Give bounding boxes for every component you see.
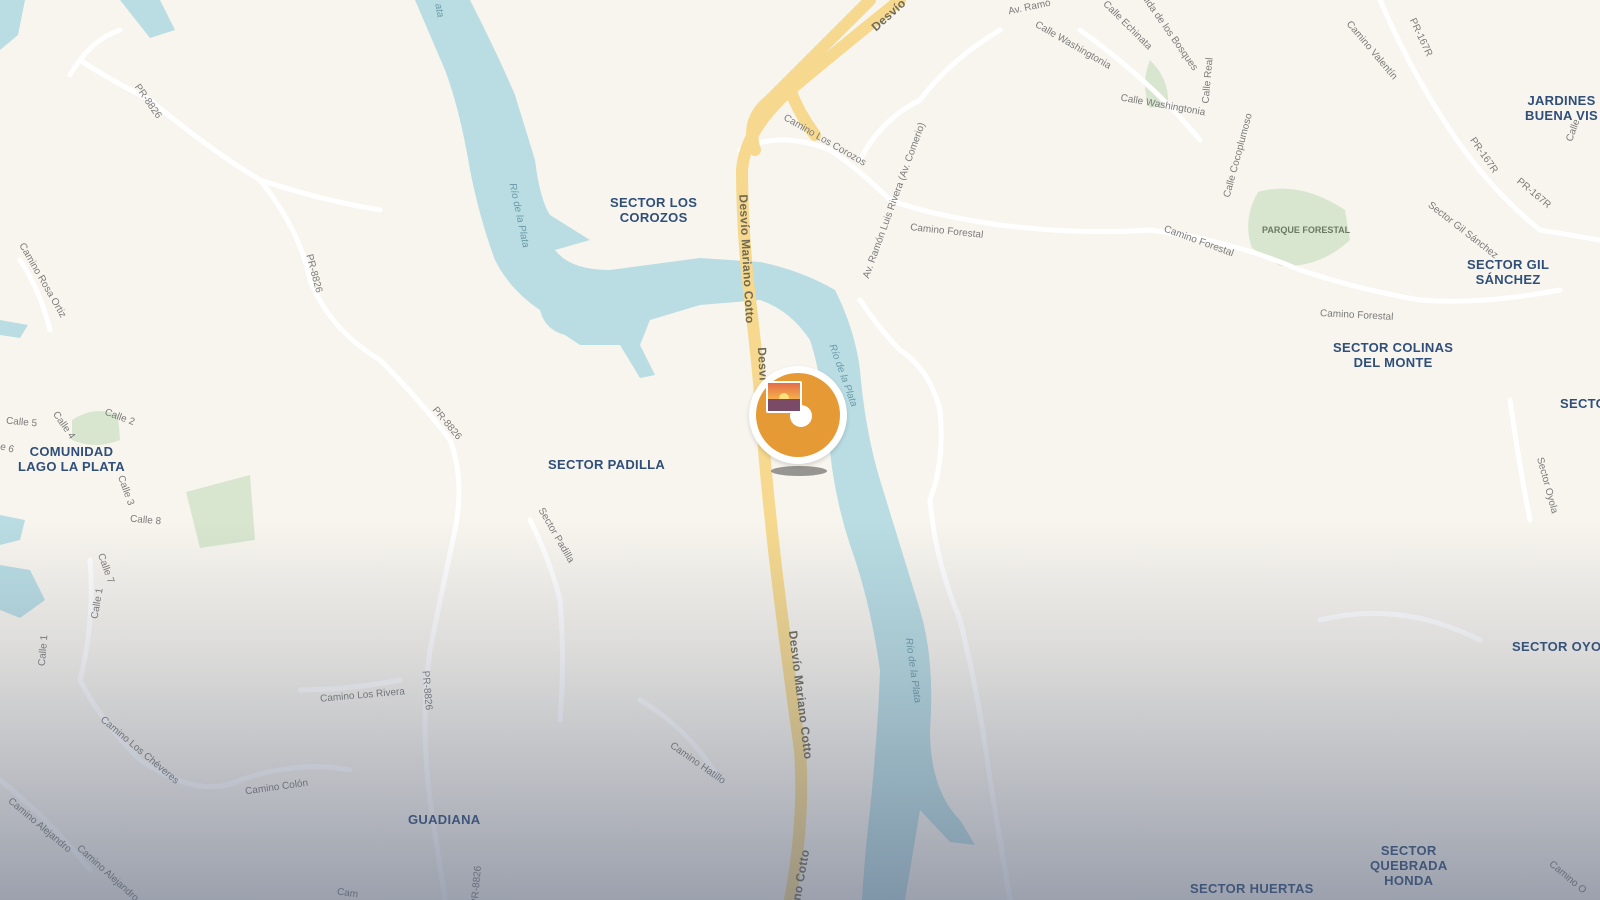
river-label: ata xyxy=(432,2,446,19)
road-label: Cam xyxy=(336,886,359,900)
sector-los-corozos-label: SECTOR LOS COROZOS xyxy=(610,195,698,225)
sector-oyola-label: SECTOR OYOL xyxy=(1512,639,1600,654)
guadiana-label: GUADIANA xyxy=(408,812,481,827)
sector-colinas-del-monte-label: SECTOR COLINAS DEL MONTE xyxy=(1333,340,1454,370)
sunset-photo-icon xyxy=(766,381,802,413)
sector-edge-label: SECTO xyxy=(1560,396,1600,411)
sector-padilla-label: SECTOR PADILLA xyxy=(548,457,666,472)
jardines-buena-vista-label: JARDINES BUENA VIS xyxy=(1525,93,1599,123)
map-canvas[interactable]: SECTOR LOS COROZOS SECTOR PADILLA COMUNID… xyxy=(0,0,1600,900)
photo-location-marker[interactable] xyxy=(749,366,847,464)
sector-huertas-label: SECTOR HUERTAS xyxy=(1190,881,1314,896)
sector-gil-sanchez-label: SECTOR GIL SÁNCHEZ xyxy=(1467,257,1550,287)
sector-quebrada-honda-label: SECTOR QUEBRADA HONDA xyxy=(1370,843,1448,888)
marker-shadow xyxy=(771,466,827,476)
comunidad-lago-la-plata-label: COMUNIDAD LAGO LA PLATA xyxy=(18,444,125,474)
parque-forestal-label: PARQUE FORESTAL xyxy=(1262,225,1351,235)
